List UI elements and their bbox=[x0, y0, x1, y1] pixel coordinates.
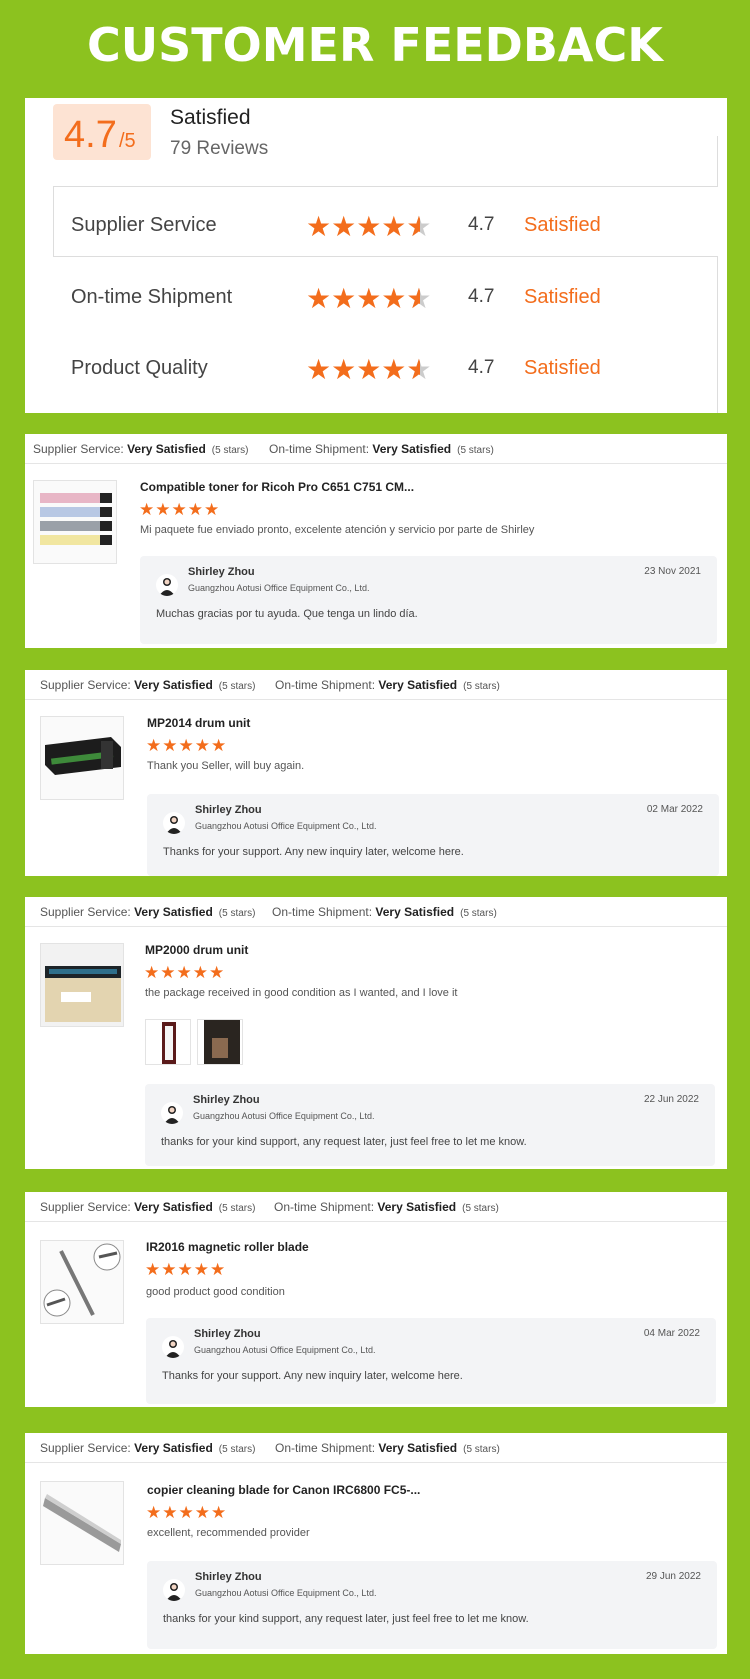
seller-reply: Shirley Zhou Guangzhou Aotusi Office Equ… bbox=[147, 1561, 717, 1649]
product-title[interactable]: MP2014 drum unit bbox=[147, 716, 250, 730]
avatar bbox=[156, 574, 178, 596]
product-title[interactable]: IR2016 magnetic roller blade bbox=[146, 1240, 309, 1254]
reply-author: Shirley Zhou bbox=[195, 1571, 262, 1583]
star-rating-icon: ★★★★★ bbox=[146, 1503, 228, 1522]
reply-author: Shirley Zhou bbox=[188, 566, 255, 578]
avatar bbox=[161, 1102, 183, 1124]
star-rating-icon: ★★★★★ bbox=[145, 1260, 227, 1279]
review-header: Supplier Service: Very Satisfied (5 stars… bbox=[25, 897, 727, 927]
rating-value: 4.7 bbox=[468, 357, 495, 378]
reply-date: 02 Mar 2022 bbox=[646, 804, 703, 815]
review-text: excellent, recommended provider bbox=[147, 1527, 310, 1539]
ontime-shipment-rating: On-time Shipment: Very Satisfied (5 stars… bbox=[269, 442, 494, 456]
roller-blade-image[interactable] bbox=[40, 1240, 124, 1324]
reply-company: Guangzhou Aotusi Office Equipment Co., L… bbox=[194, 1345, 376, 1355]
rating-summary-panel: 4.7 /5 Satisfied 79 Reviews Supplier Ser… bbox=[25, 98, 727, 413]
rating-status: Satisfied bbox=[524, 286, 601, 308]
divider bbox=[53, 186, 718, 187]
star-rating-icon: ★★★★★ bbox=[146, 736, 228, 755]
reply-author: Shirley Zhou bbox=[193, 1094, 260, 1106]
review-header: Supplier Service: Very Satisfied (5 stars… bbox=[25, 1192, 727, 1222]
supplier-service-rating: Supplier Service: Very Satisfied (5 stars… bbox=[40, 1200, 256, 1214]
star-rating-icon: ★★★★★ bbox=[139, 500, 221, 519]
ontime-shipment-rating: On-time Shipment: Very Satisfied (5 stars… bbox=[274, 1200, 499, 1214]
review-count[interactable]: 79 Reviews bbox=[170, 138, 268, 160]
star-rating-icon: ★★★★★ bbox=[144, 963, 226, 982]
rating-row-ontime-shipment: On-time Shipment ★★★★★ 4.7 Satisfied bbox=[25, 268, 727, 328]
reply-author: Shirley Zhou bbox=[194, 1328, 261, 1340]
reply-date: 23 Nov 2021 bbox=[644, 566, 701, 577]
supplier-service-rating: Supplier Service: Very Satisfied (5 stars… bbox=[40, 678, 256, 692]
rating-status: Satisfied bbox=[524, 357, 601, 379]
seller-reply: Shirley Zhou Guangzhou Aotusi Office Equ… bbox=[140, 556, 717, 644]
review-text: the package received in good condition a… bbox=[145, 987, 458, 999]
ontime-shipment-rating: On-time Shipment: Very Satisfied (5 stars… bbox=[272, 905, 497, 919]
supplier-service-rating: Supplier Service: Very Satisfied (5 stars… bbox=[40, 905, 256, 919]
reply-text: thanks for your kind support, any reques… bbox=[161, 1136, 527, 1148]
rating-name: Product Quality bbox=[71, 357, 208, 379]
drum-unit-image[interactable] bbox=[40, 716, 124, 800]
review-text: Mi paquete fue enviado pronto, excelente… bbox=[140, 524, 535, 536]
supplier-service-rating: Supplier Service: Very Satisfied (5 stars… bbox=[33, 442, 249, 456]
reply-text: Muchas gracias por tu ayuda. Que tenga u… bbox=[156, 608, 418, 620]
reply-company: Guangzhou Aotusi Office Equipment Co., L… bbox=[193, 1111, 375, 1121]
rating-value: 4.7 bbox=[468, 214, 495, 235]
reply-date: 29 Jun 2022 bbox=[645, 1571, 701, 1582]
reply-company: Guangzhou Aotusi Office Equipment Co., L… bbox=[195, 821, 377, 831]
star-rating-icon: ★★★★★ bbox=[306, 210, 432, 243]
ontime-shipment-rating: On-time Shipment: Very Satisfied (5 stars… bbox=[275, 1441, 500, 1455]
overall-label: Satisfied bbox=[170, 106, 251, 129]
review-card: Supplier Service: Very Satisfied (5 stars… bbox=[25, 670, 727, 876]
review-card: Supplier Service: Very Satisfied (5 stars… bbox=[25, 1192, 727, 1407]
review-photo[interactable] bbox=[145, 1019, 191, 1065]
divider bbox=[53, 256, 718, 257]
ontime-shipment-rating: On-time Shipment: Very Satisfied (5 stars… bbox=[275, 678, 500, 692]
star-rating-icon: ★★★★★ bbox=[306, 353, 432, 386]
rating-row-product-quality: Product Quality ★★★★★ 4.7 Satisfied bbox=[25, 339, 727, 399]
review-text: good product good condition bbox=[146, 1286, 285, 1298]
review-header: Supplier Service: Very Satisfied (5 stars… bbox=[25, 1433, 727, 1463]
reply-company: Guangzhou Aotusi Office Equipment Co., L… bbox=[195, 1588, 377, 1598]
rating-name: On-time Shipment bbox=[71, 286, 233, 308]
reply-date: 04 Mar 2022 bbox=[643, 1328, 700, 1339]
seller-reply: Shirley Zhou Guangzhou Aotusi Office Equ… bbox=[147, 794, 719, 876]
product-title[interactable]: MP2000 drum unit bbox=[145, 943, 248, 957]
review-header: Supplier Service: Very Satisfied (5 stars… bbox=[25, 670, 727, 700]
page-title: CUSTOMER FEEDBACK bbox=[87, 18, 663, 72]
toner-cartridges-image[interactable] bbox=[33, 480, 117, 564]
review-card: Supplier Service: Very Satisfied (5 stars… bbox=[25, 1433, 727, 1654]
review-header: Supplier Service: Very Satisfied (5 stars… bbox=[25, 434, 727, 464]
overall-score: 4.7 bbox=[64, 114, 117, 156]
avatar bbox=[163, 812, 185, 834]
score-out-of: /5 bbox=[119, 130, 136, 152]
rating-value: 4.7 bbox=[468, 286, 495, 307]
rating-status: Satisfied bbox=[524, 214, 601, 236]
reply-text: thanks for your kind support, any reques… bbox=[163, 1613, 529, 1625]
avatar bbox=[162, 1336, 184, 1358]
drum-box-image[interactable] bbox=[40, 943, 124, 1027]
rating-name: Supplier Service bbox=[71, 214, 217, 236]
reply-author: Shirley Zhou bbox=[195, 804, 262, 816]
seller-reply: Shirley Zhou Guangzhou Aotusi Office Equ… bbox=[146, 1318, 716, 1404]
reply-company: Guangzhou Aotusi Office Equipment Co., L… bbox=[188, 583, 370, 593]
avatar bbox=[163, 1579, 185, 1601]
review-card: Supplier Service: Very Satisfied (5 stars… bbox=[25, 434, 727, 648]
reply-text: Thanks for your support. Any new inquiry… bbox=[162, 1370, 463, 1382]
seller-reply: Shirley Zhou Guangzhou Aotusi Office Equ… bbox=[145, 1084, 715, 1166]
review-photo[interactable] bbox=[197, 1019, 243, 1065]
divider bbox=[717, 136, 718, 186]
rating-row-supplier-service: Supplier Service ★★★★★ 4.7 Satisfied bbox=[25, 196, 727, 256]
product-title[interactable]: Compatible toner for Ricoh Pro C651 C751… bbox=[140, 480, 414, 494]
review-text: Thank you Seller, will buy again. bbox=[147, 760, 305, 772]
review-card: Supplier Service: Very Satisfied (5 stars… bbox=[25, 897, 727, 1169]
overall-score-badge: 4.7 /5 bbox=[53, 104, 151, 160]
supplier-service-rating: Supplier Service: Very Satisfied (5 stars… bbox=[40, 1441, 256, 1455]
star-rating-icon: ★★★★★ bbox=[306, 282, 432, 315]
reply-date: 22 Jun 2022 bbox=[643, 1094, 699, 1105]
reply-text: Thanks for your support. Any new inquiry… bbox=[163, 846, 464, 858]
product-title[interactable]: copier cleaning blade for Canon IRC6800 … bbox=[147, 1483, 420, 1497]
cleaning-blade-image[interactable] bbox=[40, 1481, 124, 1565]
